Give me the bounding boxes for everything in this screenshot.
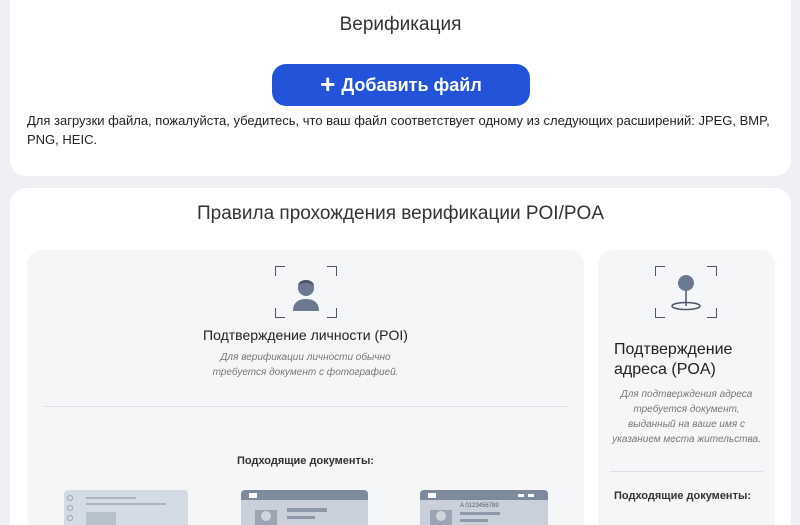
add-file-label: Добавить файл — [341, 74, 482, 95]
license-number: A 0123456789 — [460, 503, 499, 509]
passport-icon — [64, 490, 188, 525]
upload-hint: Для загрузки файла, пожалуйста, убедитес… — [27, 113, 770, 147]
id-card-icon — [241, 490, 368, 525]
poa-description: Для подтверждения адреса требуется докум… — [612, 389, 761, 445]
rules-title: Правила прохождения верификации POI/POA — [196, 203, 604, 224]
poi-documents-label: Подходящие документы: — [236, 455, 375, 467]
driver-license-icon: A 0123456789 — [420, 490, 548, 525]
rules-card: Правила прохождения верификации POI/POA … — [10, 188, 791, 525]
poa-title: Подтверждение адреса (POA) — [614, 341, 733, 378]
add-file-button[interactable]: + Добавить файл — [272, 64, 530, 106]
person-id-icon — [275, 266, 337, 318]
plus-icon: + — [320, 68, 336, 99]
verification-card: Верификация + Добавить файл Для загрузки… — [10, 0, 791, 176]
divider — [44, 406, 567, 407]
poi-title: Подтверждение личности (POI) — [203, 327, 408, 343]
poi-card: Подтверждение личности (POI) Для верифик… — [27, 250, 584, 525]
poa-card: Подтверждение адреса (POA) Для подтвержд… — [598, 250, 775, 525]
poi-description: Для верификации личности обычно требуетс… — [212, 352, 399, 378]
location-pin-icon — [655, 266, 717, 318]
verification-title: Верификация — [339, 14, 462, 35]
poa-documents-label: Подходящие документы: — [614, 490, 752, 502]
divider — [610, 471, 763, 472]
